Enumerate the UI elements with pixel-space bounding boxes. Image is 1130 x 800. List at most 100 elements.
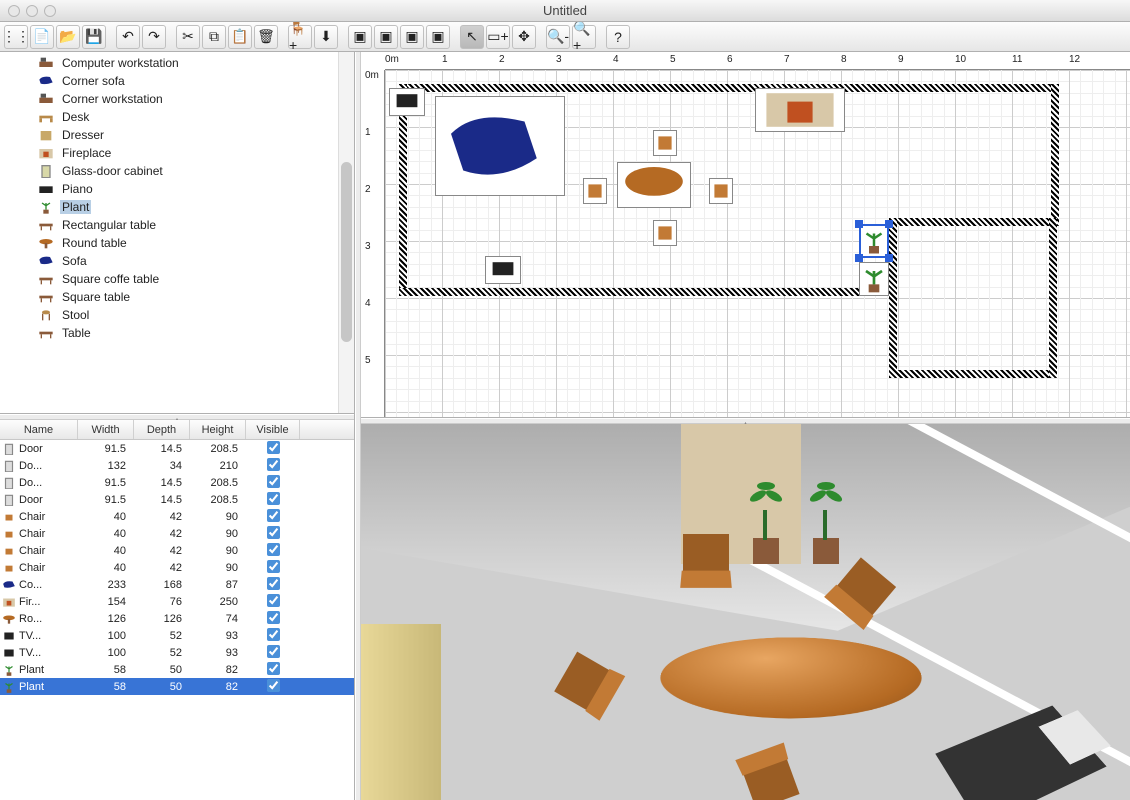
catalog-item[interactable]: Table [0,324,354,342]
table-row[interactable]: Ro...12612674 [0,610,354,627]
plan-item-plant-selected[interactable] [859,224,889,258]
catalog-item[interactable]: Plant [0,198,354,216]
visible-checkbox[interactable] [267,475,280,488]
resize-handle[interactable] [885,254,893,262]
catalog-item[interactable]: Sofa [0,252,354,270]
table-row[interactable]: TV...1005293 [0,644,354,661]
catalog-item[interactable]: Square coffe table [0,270,354,288]
add-furniture-icon[interactable]: 🪑+ [288,25,312,49]
visible-checkbox[interactable] [267,577,280,590]
import-icon[interactable]: ⬇ [314,25,338,49]
undo-icon[interactable]: ↶ [116,25,140,49]
fireplace-icon [38,146,54,160]
select-icon[interactable]: ↖ [460,25,484,49]
visible-checkbox[interactable] [267,509,280,522]
plan-item-chair[interactable] [583,178,607,204]
visible-checkbox[interactable] [267,645,280,658]
catalog-item[interactable]: Computer workstation [0,54,354,72]
visible-checkbox[interactable] [267,611,280,624]
catalog-item[interactable]: Dresser [0,126,354,144]
column-header[interactable]: Depth [134,420,190,439]
table-row[interactable]: Co...23316887 [0,576,354,593]
cut-icon[interactable]: ✂ [176,25,200,49]
zoom-out-icon[interactable]: 🔍- [546,25,570,49]
column-header[interactable]: Width [78,420,134,439]
zoom-in-icon[interactable]: 🔍+ [572,25,596,49]
table-row[interactable]: Do...13234210 [0,457,354,474]
align-center-icon[interactable]: ▣ [374,25,398,49]
visible-checkbox[interactable] [267,594,280,607]
plan-item-fireplace[interactable] [755,88,845,132]
catalog-item[interactable]: Stool [0,306,354,324]
workstation-icon [38,56,54,70]
align-right-icon[interactable]: ▣ [400,25,424,49]
table-row[interactable]: Chair404290 [0,508,354,525]
table-header[interactable]: NameWidthDepthHeightVisible [0,420,354,440]
catalog-item[interactable]: Desk [0,108,354,126]
save-icon[interactable]: 💾 [82,25,106,49]
column-header[interactable]: Visible [246,420,300,439]
visible-checkbox[interactable] [267,492,280,505]
visible-checkbox[interactable] [267,526,280,539]
plan-item-sofa[interactable] [435,96,565,196]
visible-checkbox[interactable] [267,560,280,573]
catalog-item[interactable]: Fireplace [0,144,354,162]
new-icon[interactable]: 📄 [30,25,54,49]
catalog-item[interactable]: Glass-door cabinet [0,162,354,180]
cell-height: 90 [190,528,246,540]
redo-icon[interactable]: ↷ [142,25,166,49]
copy-icon[interactable]: ⧉ [202,25,226,49]
align-top-icon[interactable]: ▣ [426,25,450,49]
table-row[interactable]: Plant585082 [0,661,354,678]
column-header[interactable]: Height [190,420,246,439]
delete-icon[interactable]: 🗑 [254,25,278,49]
plan-item-tv[interactable] [389,88,425,116]
plan-item-chair[interactable] [709,178,733,204]
table-row[interactable]: Chair404290 [0,559,354,576]
catalog-item[interactable]: Square table [0,288,354,306]
table-row[interactable]: Do...91.514.5208.5 [0,474,354,491]
table-row[interactable]: Chair404290 [0,525,354,542]
column-header[interactable]: Name [0,420,78,439]
resize-handle[interactable] [885,220,893,228]
plan-item-chair[interactable] [653,220,677,246]
plan-item-plant[interactable] [859,262,889,296]
align-left-icon[interactable]: ▣ [348,25,372,49]
3d-view[interactable] [361,424,1130,800]
plan-item-chair[interactable] [653,130,677,156]
cell-name: Chair [19,562,45,574]
resize-handle[interactable] [855,254,863,262]
table-row[interactable]: Fir...15476250 [0,593,354,610]
table-row[interactable]: Plant585082 [0,678,354,695]
visible-checkbox[interactable] [267,662,280,675]
resize-handle[interactable] [855,220,863,228]
catalog-item-label: Corner sofa [60,74,127,88]
plan-item-round-table[interactable] [617,162,691,208]
furniture-catalog[interactable]: Computer workstation Corner sofa Corner wo… [0,52,354,414]
create-walls-icon[interactable]: ▭+ [486,25,510,49]
catalog-scrollbar[interactable] [338,52,354,413]
help-icon[interactable]: ? [606,25,630,49]
table-row[interactable]: Door91.514.5208.5 [0,440,354,457]
grip-icon[interactable]: ⋮⋮ [4,25,28,49]
plan-item-tv[interactable] [485,256,521,284]
catalog-item[interactable]: Rectangular table [0,216,354,234]
visible-checkbox[interactable] [267,543,280,556]
visible-checkbox[interactable] [267,458,280,471]
open-icon[interactable]: 📂 [56,25,80,49]
ruler-tick: 5 [365,355,371,366]
table-row[interactable]: TV...1005293 [0,627,354,644]
table-row[interactable]: Door91.514.5208.5 [0,491,354,508]
visible-checkbox[interactable] [267,441,280,454]
cell-height: 93 [190,647,246,659]
catalog-item[interactable]: Piano [0,180,354,198]
catalog-item[interactable]: Corner sofa [0,72,354,90]
pan-icon[interactable]: ✥ [512,25,536,49]
plan-view-2d[interactable]: 0m123456789101112 0m12345 [361,52,1130,418]
visible-checkbox[interactable] [267,679,280,692]
paste-icon[interactable]: 📋 [228,25,252,49]
table-row[interactable]: Chair404290 [0,542,354,559]
catalog-item[interactable]: Corner workstation [0,90,354,108]
catalog-item[interactable]: Round table [0,234,354,252]
visible-checkbox[interactable] [267,628,280,641]
